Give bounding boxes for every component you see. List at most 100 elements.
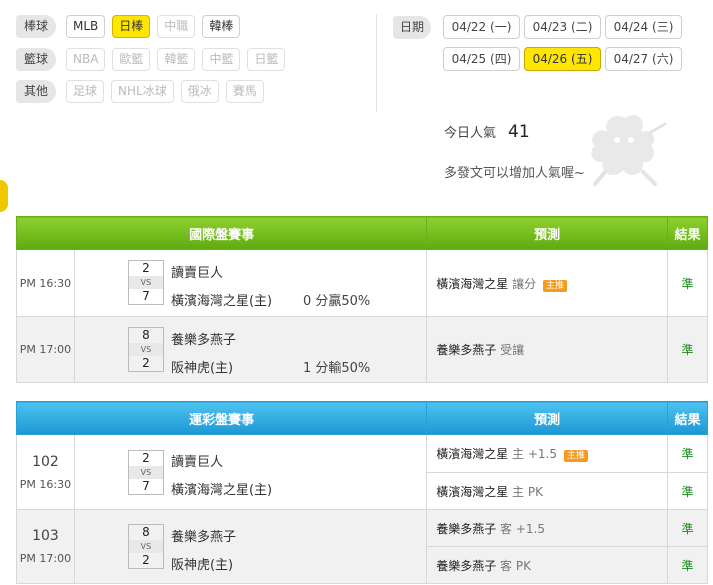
intl-pred-header: 預測 [426,216,669,250]
chip-china-basketball: 中籃 [202,48,241,71]
prediction: 養樂多燕子 受讓 [426,316,669,383]
score-home: 2 [142,356,150,370]
pred-sub: 讓分 [512,276,537,291]
pred-team: 養樂多燕子 [436,343,497,357]
pred-sub: 主 +1.5 [512,447,558,461]
score-home: 2 [142,553,150,567]
vs-label: VS [128,466,163,479]
game-number: 102 [32,453,59,470]
game-number: 103 [32,528,59,544]
other-filter-row: 其他 足球 NHL冰球 俄冰 賽馬 [16,80,271,103]
away-team: 養樂多燕子 [170,333,236,348]
score-box: 2 VS 7 [127,260,164,305]
chip-japan-basketball: 日籃 [247,48,286,71]
popularity-value: 41 [508,122,530,142]
date-row-1: 日期 04/22 (一) 04/23 (二) 04/24 (三) [393,15,686,39]
pred-sub: 客 +1.5 [500,521,546,536]
other-label: 其他 [16,80,56,103]
date-0424[interactable]: 04/24 (三) [605,15,682,39]
date-0423[interactable]: 04/23 (二) [524,15,601,39]
date-0422[interactable]: 04/22 (一) [443,15,520,39]
score-box: 8 VS 2 [127,327,164,372]
chip-nhl: NHL冰球 [111,80,174,103]
home-team: 橫濱海灣之星(主) [170,483,273,498]
vs-label: VS [128,276,163,289]
lottery-pred-header: 預測 [426,401,669,435]
result: 準 [667,249,708,317]
matchup: 8 VS 2 養樂多燕子 阪神虎(主) [73,509,428,584]
filter-divider [376,14,377,112]
prediction: 養樂多燕子 客 PK [426,546,669,584]
score-box: 2 VS 7 [127,450,164,495]
mascot-icon [591,115,667,186]
score-home: 7 [142,479,150,493]
pred-team: 橫濱海灣之星 [436,276,509,291]
intl-title: 國際盤賽事 [15,216,428,250]
basketball-filter-row: 籃球 NBA 歐籃 韓籃 中籃 日籃 [16,48,292,71]
matchup: 8 VS 2 養樂多燕子 阪神虎(主) 1 分輸50% [73,316,428,383]
lottery-result-header: 結果 [667,401,708,435]
baseball-filter-row: 棒球 MLB 日棒 中職 韓棒 [16,15,247,38]
pred-team: 養樂多燕子 [436,521,497,536]
basketball-label: 籃球 [16,48,56,71]
intl-table: 國際盤賽事 預測 結果 PM 16:30 2 VS 7 讀賣巨人 橫濱海灣之星(… [15,216,708,383]
lottery-title: 運彩盤賽事 [15,401,428,435]
score-away: 8 [142,328,150,342]
game-time: PM 16:30 [16,249,75,317]
chip-cpbl: 中職 [157,15,196,38]
page: 棒球 MLB 日棒 中職 韓棒 籃球 NBA 歐籃 韓籃 中籃 日籃 其他 足球… [0,0,713,585]
chip-soccer: 足球 [66,80,105,103]
table-row: 102 PM 16:30 2 VS 7 讀賣巨人 橫濱海灣之星(主) 橫濱海灣之… [16,434,708,510]
result: 準 [667,509,708,547]
home-team: 橫濱海灣之星(主) [170,294,273,309]
result: 準 [667,434,708,473]
chip-nba: NBA [66,48,106,71]
prediction: 橫濱海灣之星 主 PK [426,472,669,510]
chip-kbo[interactable]: 韓棒 [202,15,241,38]
intl-header-row: 國際盤賽事 預測 結果 [15,216,708,250]
matchup: 2 VS 7 讀賣巨人 橫濱海灣之星(主) [73,434,428,510]
game-time-cell: 103 PM 17:00 [16,509,75,584]
prediction: 橫濱海灣之星 讓分 主推 [426,249,669,317]
side-tab[interactable] [0,180,8,212]
result: 準 [667,472,708,510]
line-result: 0 分贏50% [302,294,371,309]
date-0425[interactable]: 04/25 (四) [443,47,520,71]
pred-team: 橫濱海灣之星 [436,447,509,461]
game-time-cell: 102 PM 16:30 [16,434,75,510]
vs-label: VS [128,540,163,553]
home-team: 阪神虎(主) [170,558,234,573]
lottery-table: 運彩盤賽事 預測 結果 102 PM 16:30 2 VS 7 讀賣巨人 橫濱海… [15,401,708,584]
score-away: 8 [142,525,150,539]
main-pick-badge: 主推 [542,279,567,292]
score-box: 8 VS 2 [127,524,164,569]
date-label: 日期 [393,15,431,39]
popularity: 今日人氣 41 [444,122,530,142]
date-0427[interactable]: 04/27 (六) [605,47,682,71]
score-home: 7 [142,289,150,303]
chip-horse-racing: 賽馬 [225,80,264,103]
chip-korea-basketball: 韓籃 [157,48,196,71]
prediction: 養樂多燕子 客 +1.5 [426,509,669,547]
chip-japan-baseball[interactable]: 日棒 [112,15,151,38]
date-row-2: 04/25 (四) 04/26 (五) 04/27 (六) [443,47,686,71]
table-row: 103 PM 17:00 8 VS 2 養樂多燕子 阪神虎(主) 養樂多燕子 客… [16,509,708,584]
pred-sub: 客 PK [500,558,531,573]
result: 準 [667,546,708,584]
away-team: 讀賣巨人 [170,266,223,281]
intl-result-header: 結果 [667,216,708,250]
line-result: 1 分輸50% [302,361,371,376]
chip-euro-basketball: 歐籃 [112,48,151,71]
prediction: 橫濱海灣之星 主 +1.5 主推 [426,434,669,473]
baseball-label: 棒球 [16,15,56,38]
game-time: PM 17:00 [16,316,75,383]
away-team: 讀賣巨人 [170,455,223,470]
table-row: PM 17:00 8 VS 2 養樂多燕子 阪神虎(主) 1 分輸50% 養樂多… [16,316,708,383]
chip-mlb[interactable]: MLB [66,15,106,38]
vs-label: VS [128,343,163,356]
score-away: 2 [142,261,150,275]
game-time: PM 16:30 [19,477,72,491]
pred-team: 養樂多燕子 [436,558,497,573]
score-away: 2 [142,451,150,465]
date-0426[interactable]: 04/26 (五) [524,47,601,71]
